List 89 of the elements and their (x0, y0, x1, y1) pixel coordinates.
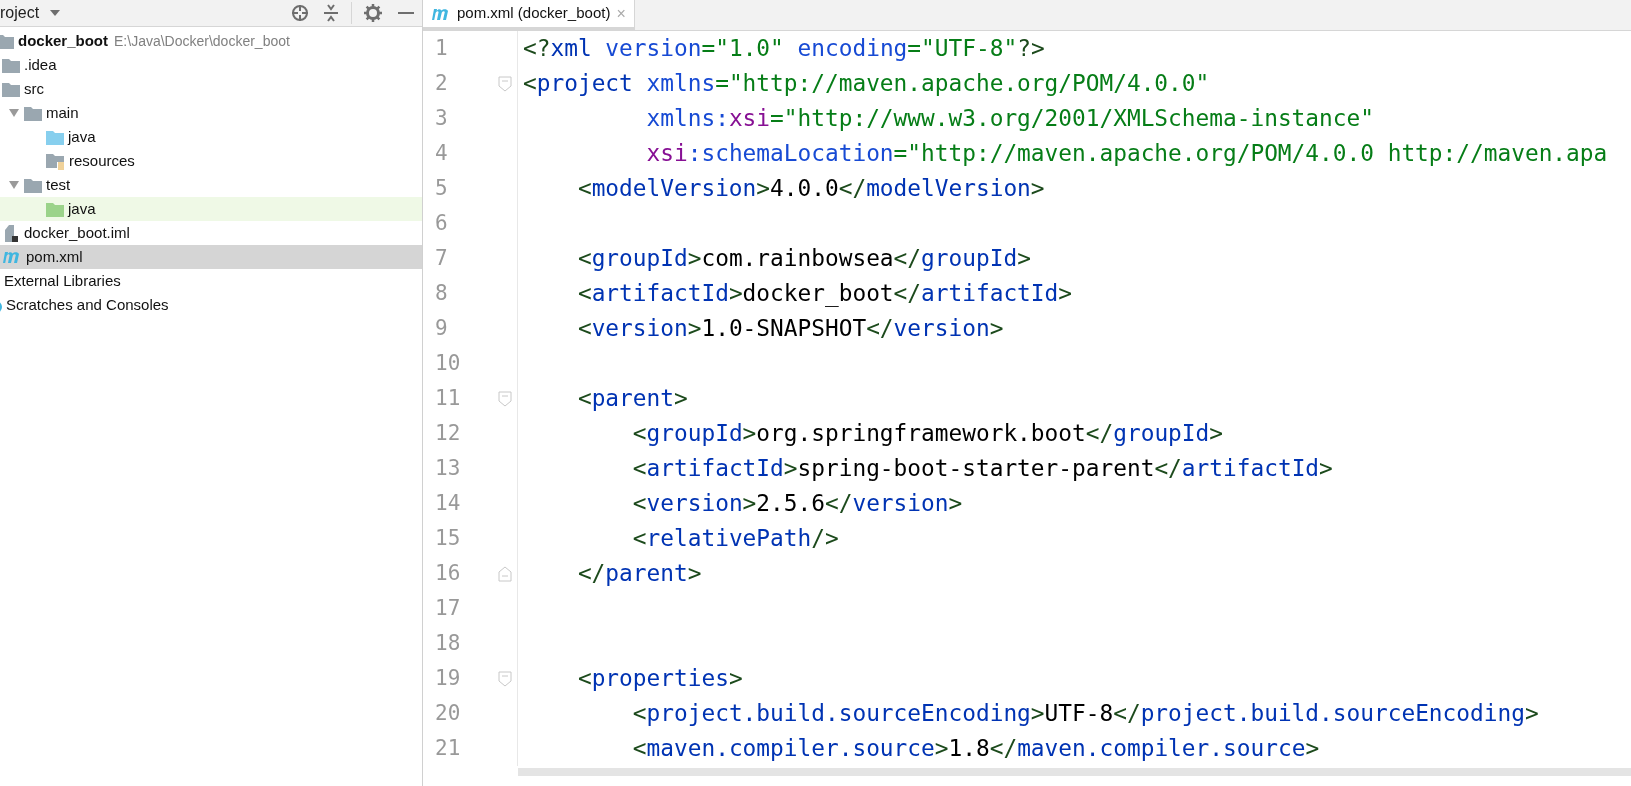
project-path: E:\Java\Docker\docker_boot (114, 31, 290, 51)
expand-arrow-icon[interactable] (8, 180, 20, 190)
code-line: <artifactId>spring-boot-starter-parent</artifactId> (631, 454, 1333, 484)
folder-icon (2, 81, 20, 97)
line-number: 14 (434, 489, 462, 517)
tree-item[interactable]: docker_boot.iml (0, 221, 422, 245)
dropdown-caret-icon[interactable] (49, 9, 62, 17)
line-number: 7 (434, 244, 449, 272)
line-number: 20 (434, 699, 462, 727)
code-line: <project.build.sourceEncoding>UTF-8</project.build.sourceEncoding> (631, 699, 1539, 729)
maven-file-icon (2, 250, 22, 264)
code-line: <?xml version="1.0" encoding="UTF-8"?> (522, 34, 1045, 64)
maven-file-icon (431, 6, 451, 21)
file-icon (2, 224, 20, 242)
tree-item-label: docker_boot.iml (24, 222, 130, 243)
tree-item[interactable]: src (0, 77, 422, 101)
fold-marker-icon[interactable] (498, 390, 512, 407)
tree-item[interactable]: .idea (0, 53, 422, 77)
tree-item[interactable]: java (0, 197, 422, 221)
line-number: 15 (434, 524, 462, 552)
tree-item-label: main (46, 102, 79, 123)
horizontal-scrollbar[interactable] (518, 768, 1631, 776)
code-line: <version>1.0-SNAPSHOT</version> (576, 314, 1004, 344)
code-line: <groupId>com.rainbowsea</groupId> (576, 244, 1031, 274)
tree-item[interactable]: docker_boot E:\Java\Docker\docker_boot (0, 29, 422, 53)
collapse-all-icon[interactable] (323, 4, 339, 22)
line-number: 3 (434, 104, 449, 132)
tree-item[interactable]: test (0, 173, 422, 197)
code-line: <project xmlns="http://maven.apache.org/POM/4.0.0" (522, 69, 1210, 99)
line-number: 5 (434, 174, 449, 202)
expand-arrow-icon[interactable] (8, 108, 20, 118)
editor-tab[interactable]: pom.xml (docker_boot) × (423, 0, 635, 30)
code-line: <properties> (576, 664, 743, 694)
line-number: 13 (434, 454, 462, 482)
code-line: <version>2.5.6</version> (631, 489, 963, 519)
fold-marker-icon[interactable] (498, 670, 512, 687)
code-line: <groupId>org.springframework.boot</groupId> (631, 419, 1223, 449)
line-number: 4 (434, 139, 449, 167)
code-line: </parent> (576, 559, 702, 589)
tree-item-label: java (68, 198, 96, 219)
tree-item-label: pom.xml (26, 246, 83, 267)
line-number: 12 (434, 419, 462, 447)
tree-item-label: java (68, 126, 96, 147)
tree-item-label: resources (69, 150, 135, 171)
line-number: 1 (434, 34, 449, 62)
code-line: <relativePath/> (631, 524, 839, 554)
folder-icon (46, 201, 64, 217)
line-number: 6 (434, 209, 449, 237)
code-line: xmlns:xsi="http://www.w3.org/2001/XMLSchema-instance" (645, 104, 1374, 134)
tree-item-label: test (46, 174, 71, 195)
line-number: 16 (434, 559, 462, 587)
panel-title[interactable]: roject (0, 1, 40, 25)
code-line: <artifactId>docker_boot</artifactId> (576, 279, 1073, 309)
line-number: 17 (434, 594, 462, 622)
folder-icon (0, 33, 14, 49)
tree-item[interactable]: main (0, 101, 422, 125)
folder-icon (24, 177, 42, 193)
fold-marker-icon[interactable] (498, 565, 512, 582)
locate-icon[interactable] (291, 4, 309, 22)
code-line: <modelVersion>4.0.0</modelVersion> (576, 174, 1045, 204)
folder-icon (24, 105, 42, 121)
fold-marker-icon[interactable] (498, 75, 512, 92)
resource-folder-icon (46, 152, 65, 170)
tree-item-label: .idea (24, 54, 57, 75)
tree-item-label: src (24, 78, 44, 99)
tree-item[interactable]: resources (0, 149, 422, 173)
code-line: xsi:schemaLocation="http://maven.apache.org/POM/4.0.0 http://maven.apa (645, 139, 1608, 169)
tree-item[interactable]: External Libraries (0, 269, 422, 293)
tree-item[interactable]: Scratches and Consoles (0, 293, 422, 317)
folder-icon (2, 57, 20, 73)
tree-item[interactable]: pom.xml (0, 245, 422, 269)
tree-item[interactable]: java (0, 125, 422, 149)
settings-icon[interactable] (364, 4, 382, 22)
line-number: 19 (434, 664, 462, 692)
line-number: 2 (434, 69, 449, 97)
code-line: <maven.compiler.source>1.8</maven.compiler.source> (631, 734, 1320, 764)
tree-item-label: External Libraries (4, 270, 121, 291)
tree-item-label: Scratches and Consoles (6, 294, 169, 315)
line-number: 11 (434, 384, 462, 412)
line-number: 10 (434, 349, 462, 377)
line-number: 8 (434, 279, 449, 307)
code-line: <parent> (576, 384, 688, 414)
tab-label: pom.xml (docker_boot) (457, 3, 611, 24)
line-number: 18 (434, 629, 462, 657)
folder-icon (46, 129, 64, 145)
line-number: 9 (434, 314, 449, 342)
tree-item-label: docker_boot (18, 30, 108, 51)
minimize-icon[interactable] (398, 11, 414, 15)
line-number: 21 (434, 734, 462, 762)
